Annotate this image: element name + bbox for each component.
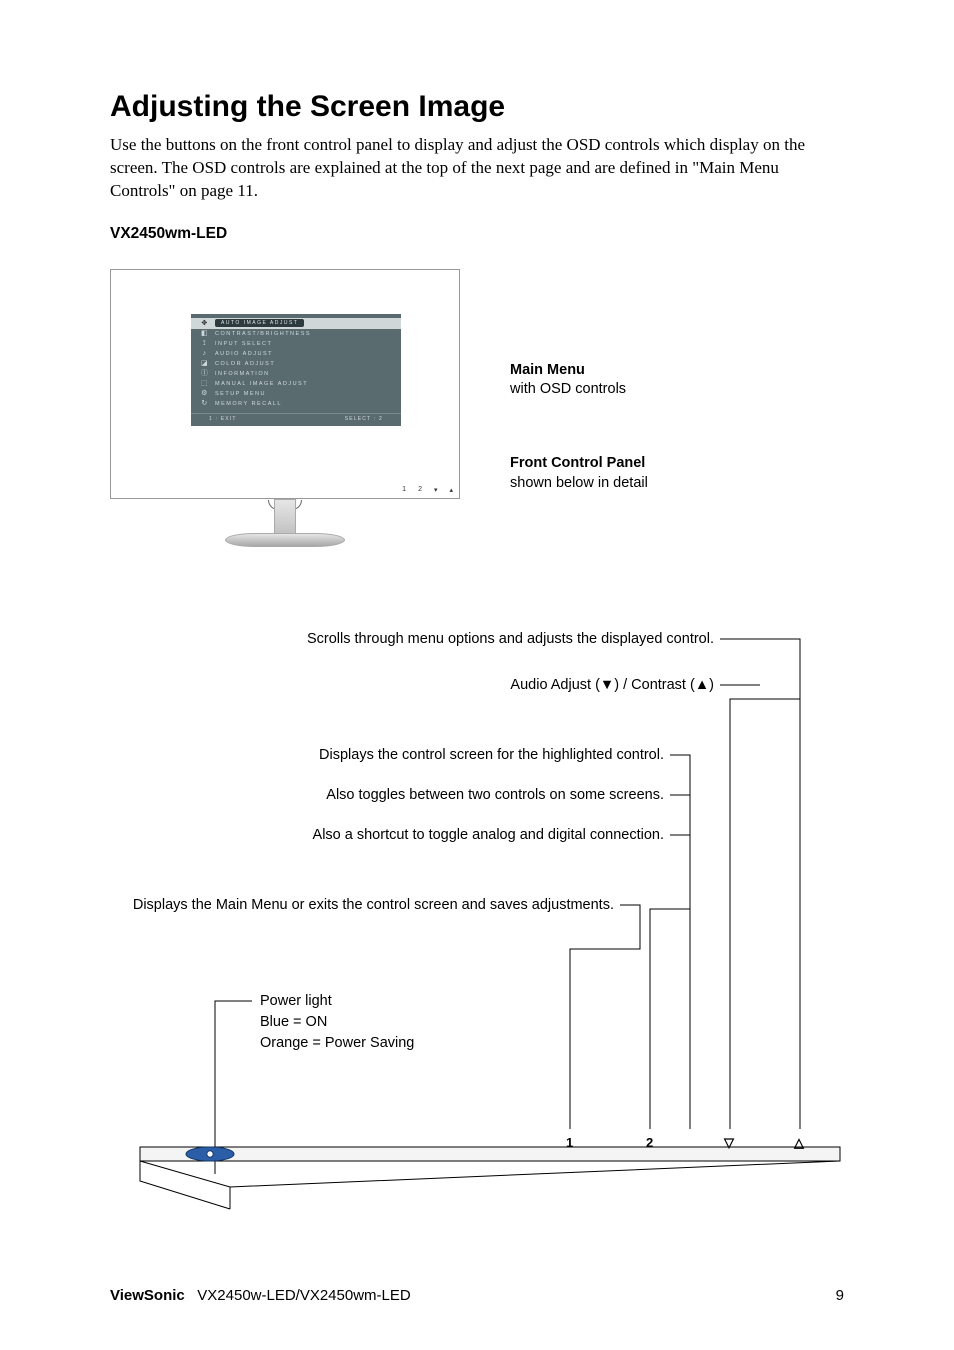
monitor-stand-base xyxy=(225,533,345,547)
info-icon: ⓘ xyxy=(201,370,209,377)
monitor-illustration: ✥AUTO IMAGE ADJUST ◧CONTRAST/BRIGHTNESS … xyxy=(110,269,844,589)
button-2-label: 2 xyxy=(646,1135,653,1150)
button-strip: 1 2 ▾ ▴ xyxy=(402,486,453,494)
manual-icon: ⬚ xyxy=(201,380,209,387)
footer-brand: ViewSonic xyxy=(110,1287,185,1304)
input-icon: ⟟ xyxy=(201,340,209,347)
btn2-mark: 2 xyxy=(418,486,422,494)
osd-item-label: COLOR ADJUST xyxy=(215,361,275,367)
osd-item-label: INFORMATION xyxy=(215,371,270,377)
osd-item-auto-image-adjust: ✥ AUTO IMAGE ADJUST xyxy=(191,318,401,329)
osd-item-label: AUTO IMAGE ADJUST xyxy=(215,319,304,327)
footer-page-number: 9 xyxy=(836,1287,844,1304)
intro-paragraph: Use the buttons on the front control pan… xyxy=(110,134,844,203)
osd-footer: 1 : EXIT SELECT : 2 xyxy=(191,413,401,422)
frontpanel-title: Front Control Panel xyxy=(510,454,648,474)
osd-footer-select: SELECT : 2 xyxy=(345,416,383,422)
osd-item-label: MEMORY RECALL xyxy=(215,401,282,407)
osd-footer-exit: 1 : EXIT xyxy=(209,416,237,422)
osd-item-contrast-brightness: ◧ CONTRAST/BRIGHTNESS xyxy=(191,329,401,339)
osd-item-label: MANUAL IMAGE ADJUST xyxy=(215,381,308,387)
side-labels: Main Menu with OSD controls Front Contro… xyxy=(510,361,648,547)
osd-item-setup-menu: ⚙ SETUP MENU xyxy=(191,389,401,399)
button-up-label: △ xyxy=(794,1135,804,1151)
btnup-mark: ▴ xyxy=(449,486,453,494)
osd-item-audio-adjust: ♪ AUDIO ADJUST xyxy=(191,349,401,359)
sparkle-icon: ✥ xyxy=(201,320,209,327)
mainmenu-title: Main Menu xyxy=(510,361,648,381)
frontpanel-sub: shown below in detail xyxy=(510,474,648,494)
osd-item-input-select: ⟟ INPUT SELECT xyxy=(191,339,401,349)
gear-icon: ⚙ xyxy=(201,390,209,397)
osd-item-label: INPUT SELECT xyxy=(215,341,272,347)
btn1-mark: 1 xyxy=(402,486,406,494)
button-down-label: ▽ xyxy=(724,1135,734,1151)
osd-item-label: AUDIO ADJUST xyxy=(215,351,273,357)
osd-item-label: SETUP MENU xyxy=(215,391,266,397)
recall-icon: ↻ xyxy=(201,400,209,407)
button-1-label: 1 xyxy=(566,1135,573,1150)
model-label: VX2450wm-LED xyxy=(110,225,844,243)
page-footer: ViewSonic VX2450w-LED/VX2450wm-LED 9 xyxy=(110,1287,844,1304)
footer-models: VX2450w-LED/VX2450wm-LED xyxy=(197,1287,410,1304)
osd-panel: ✥AUTO IMAGE ADJUST ◧CONTRAST/BRIGHTNESS … xyxy=(191,314,401,426)
mainmenu-sub: with OSD controls xyxy=(510,380,648,400)
osd-item-memory-recall: ↻ MEMORY RECALL xyxy=(191,399,401,409)
monitor-frame: ✥AUTO IMAGE ADJUST ◧CONTRAST/BRIGHTNESS … xyxy=(110,269,460,499)
osd-item-information: ⓘ INFORMATION xyxy=(191,369,401,379)
control-diagram: Scrolls through menu options and adjusts… xyxy=(110,629,844,1279)
osd-item-label: CONTRAST/BRIGHTNESS xyxy=(215,331,311,337)
osd-item-color-adjust: ◪ COLOR ADJUST xyxy=(191,359,401,369)
page-title: Adjusting the Screen Image xyxy=(110,90,844,124)
btndown-mark: ▾ xyxy=(434,486,438,494)
osd-item-manual-image-adjust: ⬚ MANUAL IMAGE ADJUST xyxy=(191,379,401,389)
monitor-screen: ✥AUTO IMAGE ADJUST ◧CONTRAST/BRIGHTNESS … xyxy=(121,286,449,482)
color-icon: ◪ xyxy=(201,360,209,367)
contrast-icon: ◧ xyxy=(201,330,209,337)
audio-icon: ♪ xyxy=(201,350,209,357)
